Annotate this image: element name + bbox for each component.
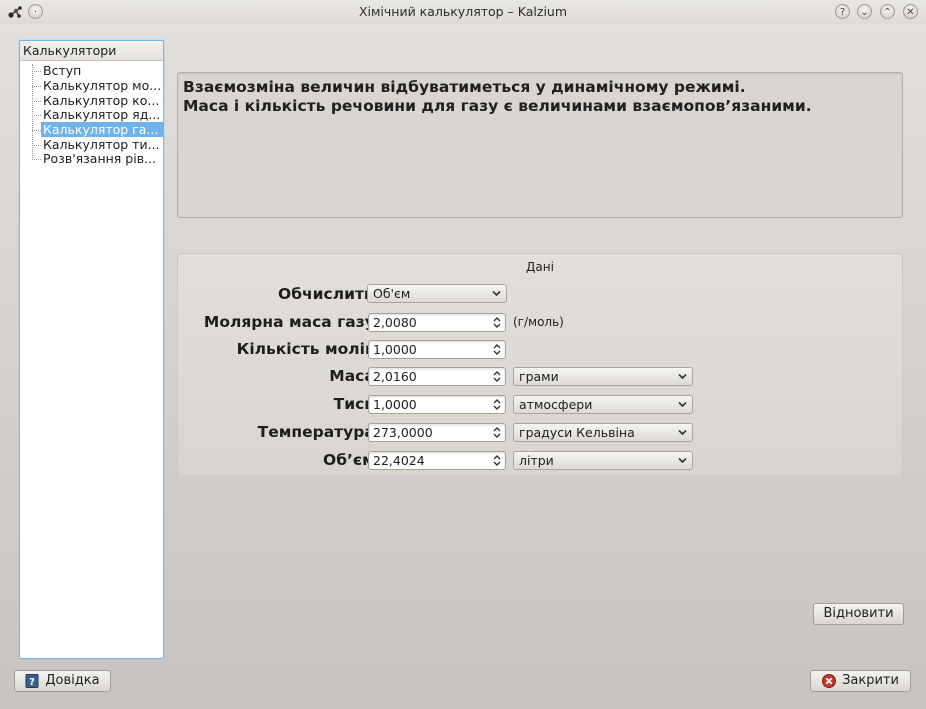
tree-branch-line (32, 86, 41, 87)
mass-value: 2,0160 (373, 369, 417, 384)
chevron-down-icon (678, 401, 687, 408)
tree-branch-line (32, 130, 41, 131)
temperature-unit-select[interactable]: градуси Кельвіна (513, 423, 693, 442)
tree-branch-line (32, 71, 41, 72)
close-button[interactable]: Закрити (810, 670, 911, 692)
molar-mass-value: 2,0080 (373, 315, 417, 330)
chevron-down-icon (492, 290, 501, 297)
calculate-select[interactable]: Об'єм (367, 284, 507, 303)
nav-item-titration[interactable]: Калькулятор ти... (41, 137, 163, 152)
calculator-list[interactable]: Калькулятори Вступ Калькулятор мо... Кал… (19, 40, 164, 659)
volume-spinbox[interactable]: 22,4024 (368, 451, 506, 470)
window-title: Хімічний калькулятор – Kalzium (358, 4, 568, 19)
spin-arrows-icon[interactable] (492, 369, 502, 384)
question-icon: ? (839, 7, 846, 18)
chevron-down-icon (678, 373, 687, 380)
spin-arrows-icon[interactable] (492, 342, 502, 357)
info-text-line-2: Маса і кількість речовини для газу є вел… (183, 97, 812, 115)
temperature-unit-value: градуси Кельвіна (519, 425, 635, 440)
calculate-label: Обчислити: (278, 285, 381, 303)
molar-mass-spinbox[interactable]: 2,0080 (368, 313, 506, 332)
volume-unit-select[interactable]: літри (513, 451, 693, 470)
title-bar[interactable]: · Хімічний калькулятор – Kalzium ? ⌄ ⌃ ✕ (0, 0, 926, 24)
mass-unit-value: грами (519, 369, 559, 384)
chevron-down-icon (678, 429, 687, 436)
molar-mass-label: Молярна маса газу: (203, 313, 381, 331)
calculate-select-value: Об'єм (373, 286, 411, 301)
moles-spinbox[interactable]: 1,0000 (368, 340, 506, 359)
temperature-value: 273,0000 (373, 425, 433, 440)
moles-label: Кількість молів: (236, 340, 381, 358)
pressure-value: 1,0000 (373, 397, 417, 412)
tree-branch-line (32, 101, 41, 102)
help-title-button[interactable]: ? (835, 4, 850, 19)
temperature-spinbox[interactable]: 273,0000 (368, 423, 506, 442)
calculator-window: · Хімічний калькулятор – Kalzium ? ⌄ ⌃ ✕… (0, 0, 926, 709)
volume-value: 22,4024 (373, 453, 425, 468)
chevron-up-icon: ⌃ (883, 7, 892, 18)
spin-arrows-icon[interactable] (492, 453, 502, 468)
spin-arrows-icon[interactable] (492, 425, 502, 440)
info-text-line-1: Взаємозміна величин відбуватиметься у ди… (183, 78, 746, 96)
mass-unit-select[interactable]: грами (513, 367, 693, 386)
close-icon: ✕ (906, 7, 915, 18)
nav-item-equation-solver[interactable]: Розв'язання рів... (41, 151, 163, 166)
mass-spinbox[interactable]: 2,0160 (368, 367, 506, 386)
nav-item-molecular-mass[interactable]: Калькулятор мо... (41, 78, 163, 93)
minimize-button[interactable]: ⌄ (857, 4, 872, 19)
tree-branch-line (32, 64, 33, 158)
spin-arrows-icon[interactable] (492, 315, 502, 330)
nav-item-nuclear[interactable]: Калькулятор яд... (41, 107, 163, 122)
calculator-list-header: Калькулятори (20, 41, 163, 61)
tree-branch-line (32, 159, 41, 160)
maximize-button[interactable]: ⌃ (880, 4, 895, 19)
close-button-label: Закрити (842, 673, 899, 688)
reset-button[interactable]: Відновити (813, 603, 904, 625)
pressure-unit-value: атмосфери (519, 397, 593, 412)
chevron-down-icon (678, 457, 687, 464)
nav-item-gas[interactable]: Калькулятор га... (41, 122, 163, 137)
pressure-unit-select[interactable]: атмосфери (513, 395, 693, 414)
moles-value: 1,0000 (373, 342, 417, 357)
pressure-spinbox[interactable]: 1,0000 (368, 395, 506, 414)
svg-text:?: ? (29, 677, 35, 688)
help-button-label: Довідка (45, 673, 100, 688)
tree-branch-line (32, 145, 41, 146)
reset-button-label: Відновити (823, 606, 894, 621)
chevron-down-icon: ⌄ (860, 7, 869, 18)
tree-branch-line (32, 115, 41, 116)
data-group-title: Дані (526, 260, 554, 274)
nav-item-intro[interactable]: Вступ (41, 63, 163, 78)
spin-arrows-icon[interactable] (492, 397, 502, 412)
info-panel: Взаємозміна величин відбуватиметься у ди… (177, 72, 903, 218)
close-icon (822, 674, 837, 688)
molar-mass-unit: (г/моль) (513, 315, 564, 329)
volume-unit-value: літри (519, 453, 554, 468)
help-button[interactable]: ? Довідка (14, 670, 111, 692)
close-window-button[interactable]: ✕ (903, 4, 918, 19)
nav-item-concentration[interactable]: Калькулятор ко... (41, 93, 163, 108)
temperature-label: Температура: (257, 423, 381, 441)
help-book-icon: ? (25, 674, 39, 688)
